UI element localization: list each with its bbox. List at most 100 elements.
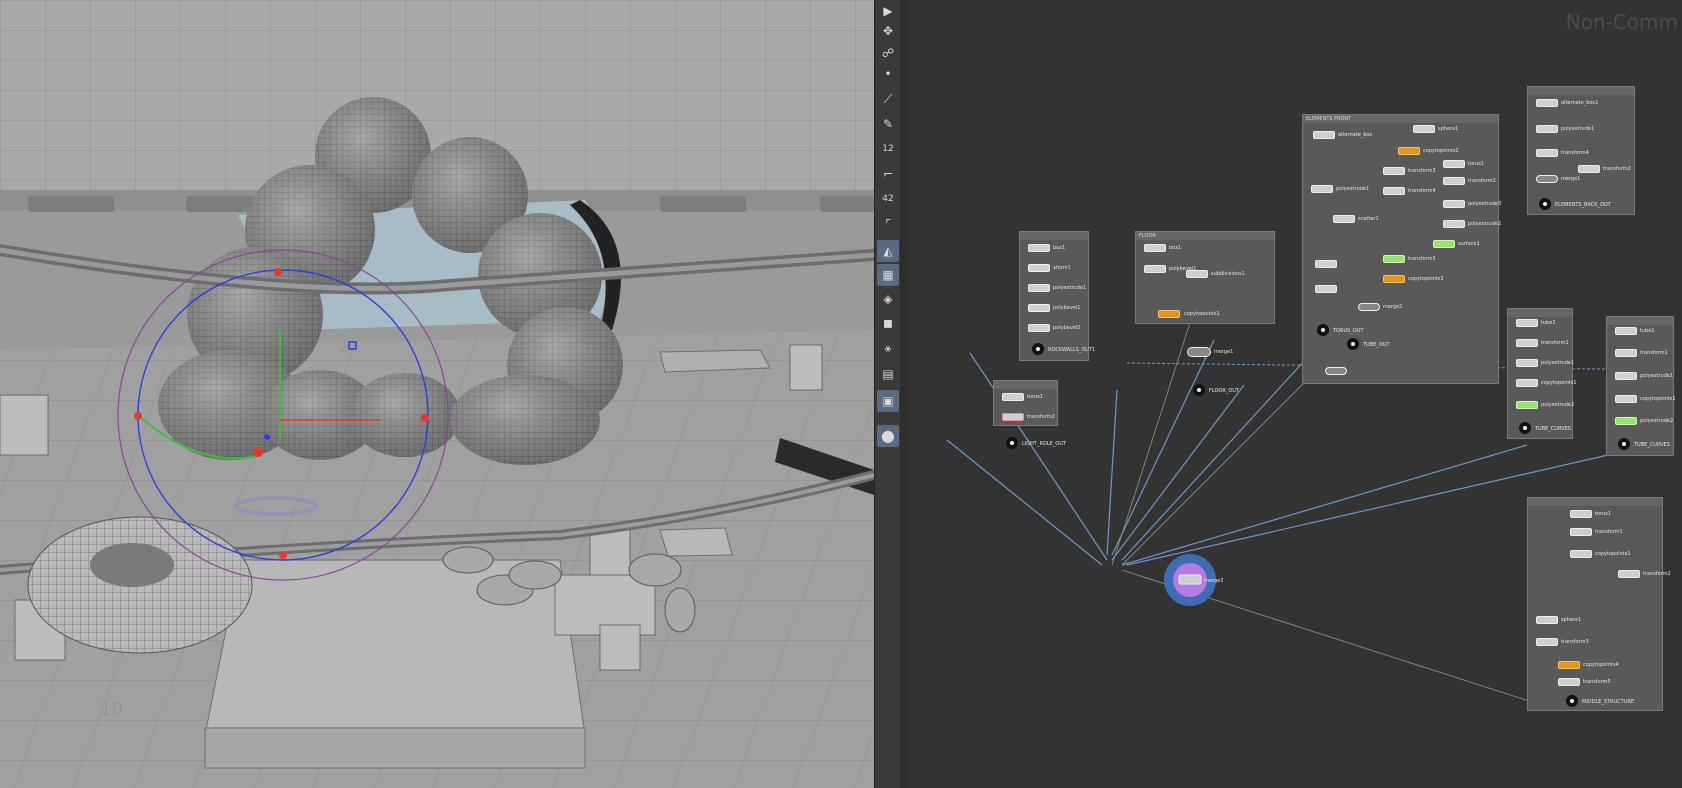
node-box1[interactable] bbox=[1028, 244, 1050, 252]
node-merge[interactable] bbox=[1315, 260, 1337, 268]
dot-icon[interactable]: • bbox=[877, 63, 899, 85]
node-polyextrude2[interactable] bbox=[1443, 220, 1465, 228]
node-alternate-box1[interactable] bbox=[1536, 99, 1558, 107]
node-tube1[interactable] bbox=[1516, 319, 1538, 327]
node-merge1[interactable] bbox=[1187, 347, 1211, 357]
node-transform3[interactable] bbox=[1536, 638, 1558, 646]
node-xform1[interactable] bbox=[1028, 264, 1050, 272]
node-polyextrude2[interactable] bbox=[1615, 417, 1637, 425]
node-label: subdivisions1 bbox=[1211, 271, 1245, 277]
output-node-icon[interactable] bbox=[1538, 197, 1552, 211]
node-torus1[interactable] bbox=[1443, 160, 1465, 168]
node-polybevel1[interactable] bbox=[1028, 304, 1050, 312]
output-node-icon[interactable] bbox=[1031, 342, 1045, 356]
node-sphere1[interactable] bbox=[1536, 616, 1558, 624]
box-light[interactable]: torus1 transform2 bbox=[993, 380, 1058, 426]
node-copytopoints1[interactable] bbox=[1158, 310, 1180, 318]
output-node-icon[interactable] bbox=[1346, 337, 1360, 351]
node-transform1[interactable] bbox=[1516, 339, 1538, 347]
node-transform5[interactable] bbox=[1558, 678, 1580, 686]
box-floor[interactable]: FLOOR box1 polybevel1 subdivisions1 copy… bbox=[1135, 231, 1275, 324]
node-label: box1 bbox=[1053, 245, 1066, 251]
node-transform5[interactable] bbox=[1383, 255, 1405, 263]
box-curves1[interactable]: tube1 transform1 polyextrude1 copytopoin… bbox=[1507, 308, 1577, 439]
corner-icon[interactable]: ⌜ bbox=[877, 213, 899, 235]
snap-12-icon[interactable]: 12 bbox=[877, 138, 899, 160]
node-polyextrude1[interactable] bbox=[1028, 284, 1050, 292]
node-transform2[interactable] bbox=[1002, 413, 1024, 421]
pin-icon-glyph: ⬤ bbox=[881, 429, 895, 443]
box-elements[interactable]: ELEMENTS FRONT alternate_box sphere1 cop… bbox=[1302, 114, 1501, 384]
node-polyextrude1[interactable] bbox=[1615, 372, 1637, 380]
node-transform2[interactable] bbox=[1578, 165, 1600, 173]
display-icon[interactable]: ▤ bbox=[877, 363, 899, 385]
output-label: TUBE_CURVES bbox=[1535, 426, 1571, 432]
snap-12-icon-glyph: 12 bbox=[882, 144, 894, 154]
node-polyextrude2[interactable] bbox=[1516, 401, 1538, 409]
box-elements-back[interactable]: alternate_box1 polyextrude1 transform4 t… bbox=[1527, 86, 1635, 215]
node-scatter1[interactable] bbox=[1333, 215, 1355, 223]
node-surface1[interactable] bbox=[1433, 240, 1455, 248]
scene-viewport[interactable]: 0 10 20 bbox=[0, 0, 874, 788]
shaded-icon[interactable]: ◭ bbox=[877, 240, 899, 262]
node-polybevel2[interactable] bbox=[1028, 324, 1050, 332]
node-torus1[interactable] bbox=[1002, 393, 1024, 401]
box-curves2[interactable]: tube1 transform1 polyextrude1 copytopoin… bbox=[1606, 316, 1676, 456]
grid-icon[interactable]: ▦ bbox=[877, 264, 899, 286]
select-icon[interactable]: ▶ bbox=[877, 0, 899, 22]
node-copytopoints1[interactable] bbox=[1516, 379, 1538, 387]
box-rocks[interactable]: box1 xform1 polyextrude1 polybevel1 poly… bbox=[1019, 231, 1095, 361]
node-label: torus1 bbox=[1027, 394, 1044, 400]
node-transform1[interactable] bbox=[1615, 349, 1637, 357]
node-torus1[interactable] bbox=[1570, 510, 1592, 518]
node-transform4[interactable] bbox=[1383, 187, 1405, 195]
output-node-icon[interactable] bbox=[1192, 383, 1206, 397]
node-label: polyextrude1 bbox=[1640, 373, 1674, 379]
node-polyextrude3[interactable] bbox=[1443, 200, 1465, 208]
node-label: torus1 bbox=[1468, 161, 1485, 167]
skeleton-icon[interactable]: ⚹ bbox=[877, 337, 899, 359]
output-node-icon[interactable] bbox=[1518, 421, 1532, 435]
output-node-icon[interactable] bbox=[1005, 436, 1019, 450]
view-icon[interactable]: ✥ bbox=[877, 20, 899, 42]
diamond-icon[interactable]: ◈ bbox=[877, 288, 899, 310]
node-transform3[interactable] bbox=[1383, 167, 1405, 175]
node-box1[interactable] bbox=[1144, 244, 1166, 252]
output-node-icon[interactable] bbox=[1316, 323, 1330, 337]
node-copytopoints2[interactable] bbox=[1398, 147, 1420, 155]
output-node-icon[interactable] bbox=[1565, 694, 1579, 708]
network-editor[interactable]: Non-Comm box1 xform1 polyextrude1 polybe… bbox=[907, 0, 1682, 788]
node-merge[interactable] bbox=[1315, 285, 1337, 293]
pen-icon[interactable]: ✎ bbox=[877, 113, 899, 135]
node-copytopoints4[interactable] bbox=[1558, 661, 1580, 669]
node-copytopoints1[interactable] bbox=[1615, 395, 1637, 403]
ghost-icon[interactable]: ◼ bbox=[877, 312, 899, 334]
node-merge2[interactable] bbox=[1358, 303, 1380, 311]
brush-icon[interactable]: ⟋ bbox=[877, 88, 899, 110]
node-copytopoints3[interactable] bbox=[1383, 275, 1405, 283]
node-merge[interactable] bbox=[1325, 367, 1347, 375]
node-transform4[interactable] bbox=[1536, 149, 1558, 157]
node-polybevel1[interactable] bbox=[1144, 265, 1166, 273]
image-icon[interactable]: ▣ bbox=[877, 390, 899, 412]
node-transform1[interactable] bbox=[1570, 528, 1592, 536]
node-alternate-box[interactable] bbox=[1313, 131, 1335, 139]
snap-42-icon[interactable]: 42 bbox=[877, 188, 899, 210]
image-icon-glyph: ▣ bbox=[882, 394, 894, 408]
node-polyextrude1[interactable] bbox=[1311, 185, 1333, 193]
output-node-icon[interactable] bbox=[1617, 437, 1631, 451]
pin-icon[interactable]: ⬤ bbox=[877, 425, 899, 447]
node-subdivisions1[interactable] bbox=[1186, 270, 1208, 278]
viewport-canvas[interactable]: 0 10 20 bbox=[0, 0, 874, 788]
node-sphere1[interactable] bbox=[1413, 125, 1435, 133]
node-merge1[interactable] bbox=[1536, 175, 1558, 183]
node-copytopoints1[interactable] bbox=[1570, 550, 1592, 558]
pose-icon[interactable]: ☍ bbox=[877, 42, 899, 64]
node-tube1[interactable] bbox=[1615, 327, 1637, 335]
node-polyextrude1[interactable] bbox=[1516, 359, 1538, 367]
paint-icon[interactable]: ⌐ bbox=[877, 163, 899, 185]
node-transform2[interactable] bbox=[1618, 570, 1640, 578]
box-middle[interactable]: torus1 transform1 copytopoints1 transfor… bbox=[1527, 497, 1671, 711]
node-transform2[interactable] bbox=[1443, 177, 1465, 185]
node-polyextrude1[interactable] bbox=[1536, 125, 1558, 133]
